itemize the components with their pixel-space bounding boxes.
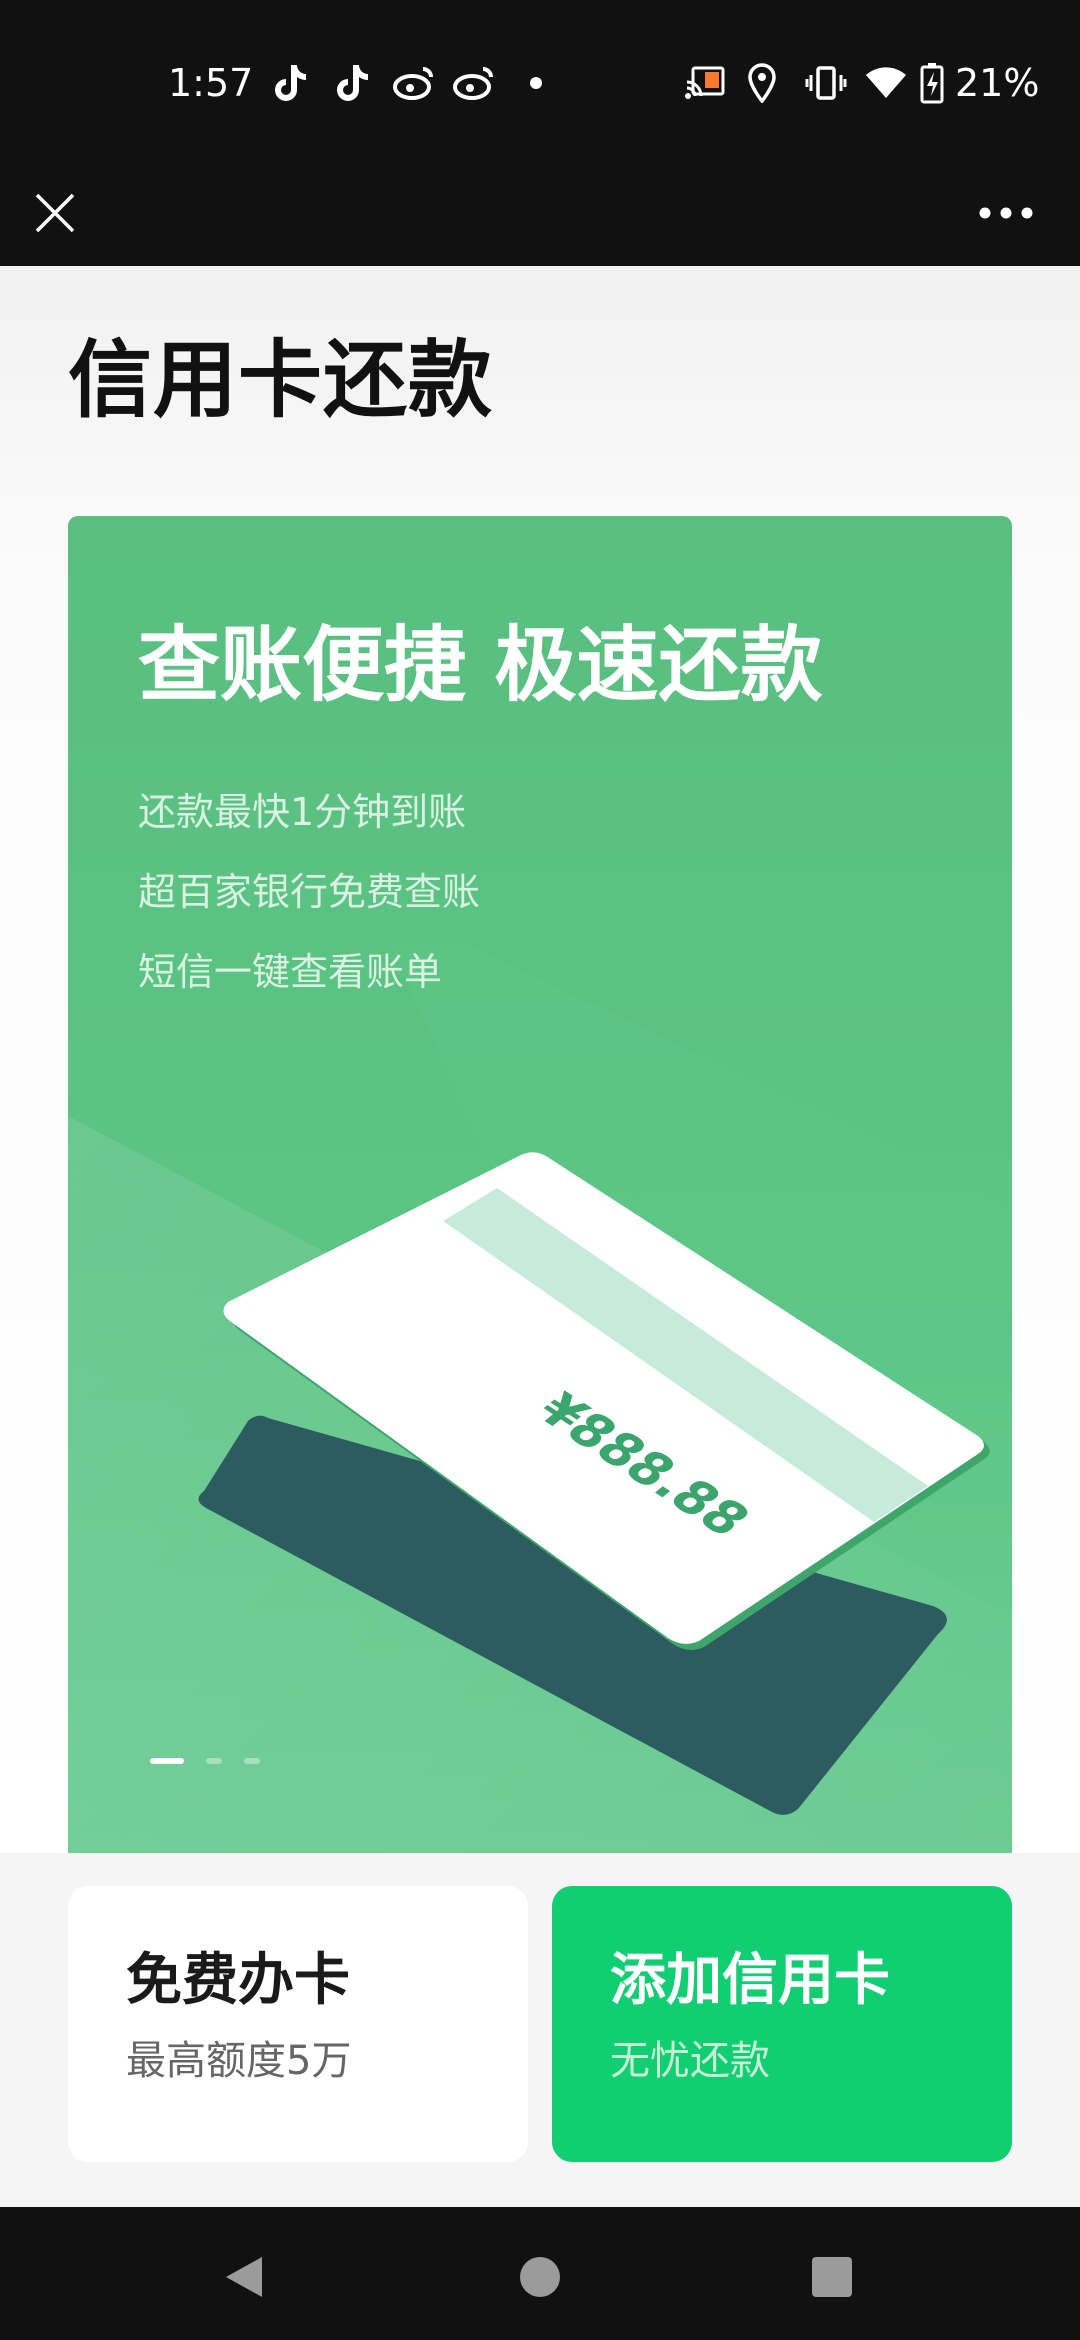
weibo-icon xyxy=(452,60,496,106)
feature-item: 还款最快1分钟到账 xyxy=(138,790,467,834)
top-bar xyxy=(0,160,1080,266)
apply-card-subtitle: 最高额度5万 xyxy=(126,2038,352,2084)
add-credit-card-button[interactable]: 添加信用卡 无忧还款 xyxy=(552,1886,1012,2162)
wifi-icon xyxy=(864,60,908,106)
battery-charging-icon xyxy=(918,60,946,106)
location-icon xyxy=(744,60,780,106)
back-button[interactable] xyxy=(204,2237,284,2317)
back-icon xyxy=(226,2257,262,2297)
home-icon xyxy=(520,2257,560,2297)
tiktok-icon xyxy=(334,60,374,106)
page-indicator xyxy=(150,1758,260,1764)
more-icon xyxy=(979,207,1033,219)
tiktok-icon xyxy=(272,60,312,106)
close-button[interactable] xyxy=(22,180,88,246)
home-button[interactable] xyxy=(500,2237,580,2317)
weibo-icon xyxy=(392,60,436,106)
system-nav-bar xyxy=(0,2207,1080,2340)
banner-headline: 查账便捷 极速还款 xyxy=(138,618,823,713)
page-indicator-dot-active xyxy=(150,1758,184,1764)
vibrate-icon xyxy=(804,60,848,106)
recents-button[interactable] xyxy=(792,2237,872,2317)
add-card-subtitle: 无忧还款 xyxy=(610,2038,770,2084)
page-title: 信用卡还款 xyxy=(68,331,494,429)
status-time: 1:57 xyxy=(168,61,254,105)
more-button[interactable] xyxy=(966,180,1046,246)
add-card-title: 添加信用卡 xyxy=(610,1948,890,2013)
credit-card-illustration: ¥888.88 xyxy=(68,896,1012,1853)
apply-card-button[interactable]: 免费办卡 最高额度5万 xyxy=(68,1886,528,2162)
status-bar: 1:57 21% xyxy=(0,0,1080,160)
close-icon xyxy=(35,193,75,233)
page-indicator-dot xyxy=(244,1758,260,1764)
feature-item: 超百家银行免费查账 xyxy=(138,870,481,914)
battery-percent: 21% xyxy=(955,61,1040,105)
page-indicator-dot xyxy=(206,1758,222,1764)
apply-card-title: 免费办卡 xyxy=(126,1948,350,2013)
recents-icon xyxy=(812,2257,852,2297)
feature-item: 短信一键查看账单 xyxy=(138,950,443,994)
dot-icon xyxy=(526,60,546,106)
cast-icon xyxy=(684,60,726,106)
promo-banner[interactable]: ¥888.88 查账便捷 极速还款 还款最快1分钟到账 超百家银行免费查账 短信… xyxy=(68,516,1012,1853)
